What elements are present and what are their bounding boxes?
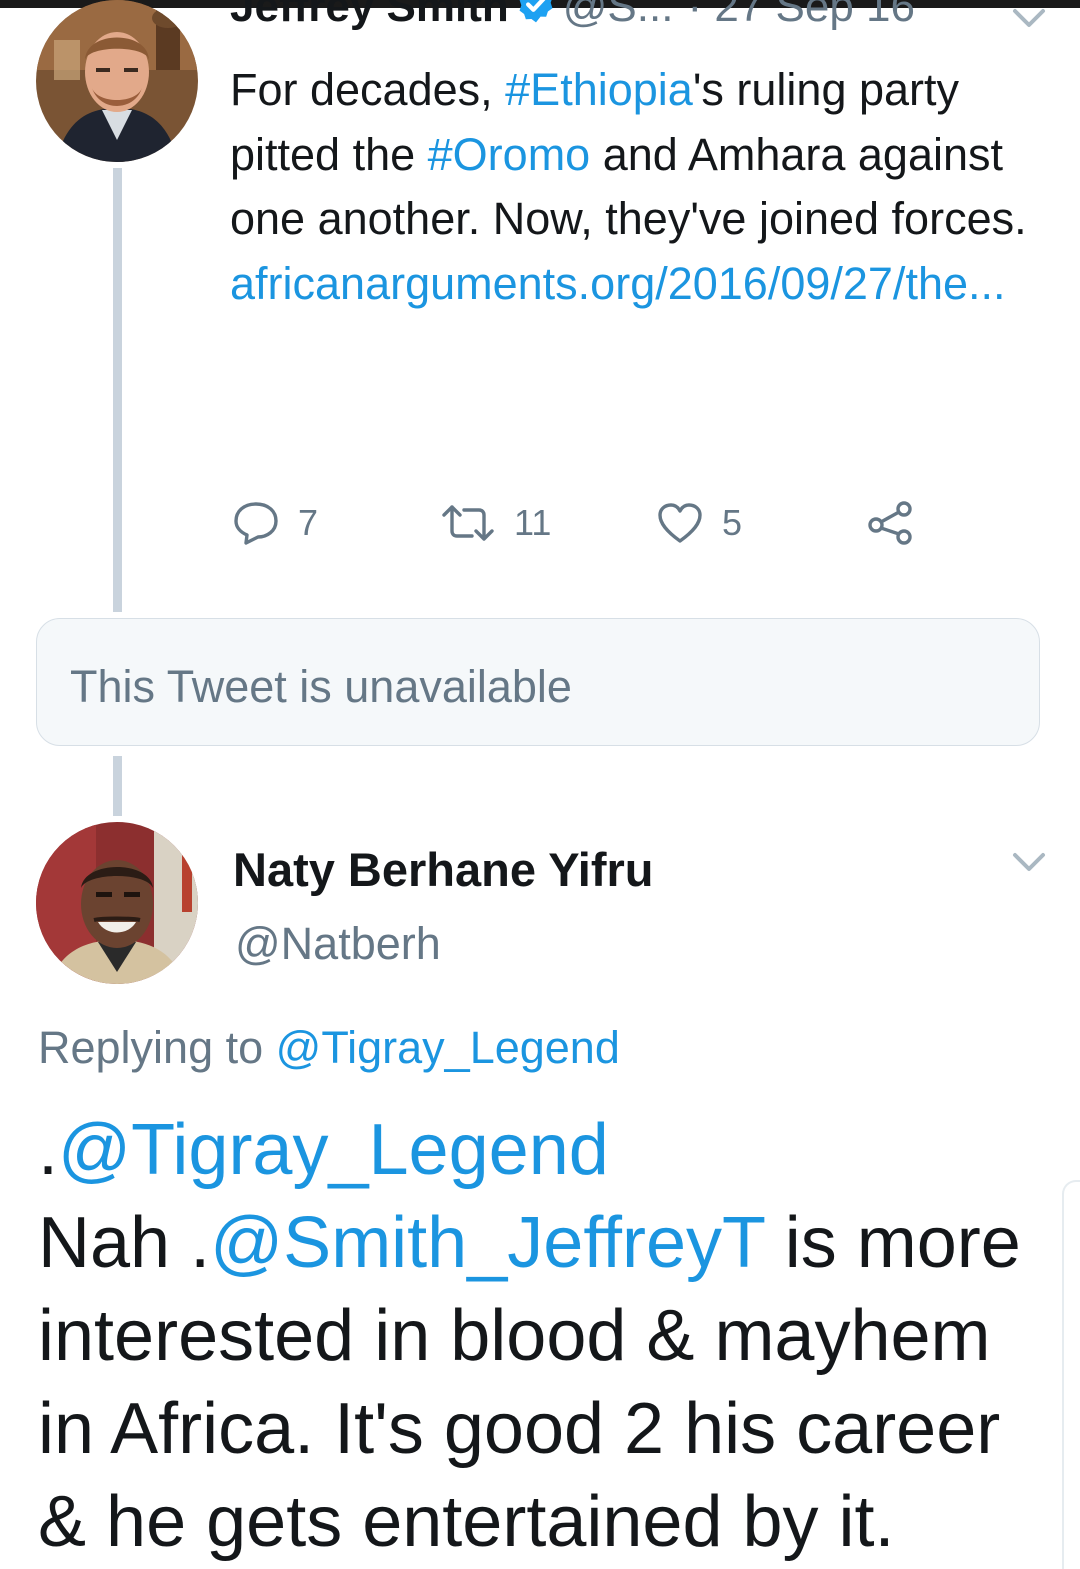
share-button[interactable] [866,498,914,548]
tweet2-more-chevron-icon[interactable] [1012,852,1046,879]
tweet1-author-name[interactable]: Jeffrey Smith [230,0,509,31]
mention-tigray-legend-link[interactable]: @Tigray_Legend [58,1110,609,1190]
retweet-count: 11 [514,502,552,543]
tweet2-text-part: . [38,1110,59,1190]
reply-button[interactable]: 7 [232,498,318,548]
scrollbar-edge[interactable] [1062,1180,1080,1569]
tweet1-header: Jeffrey Smith @S... · 27 Sep 16 [230,0,1050,44]
tweet1-text: For decades, #Ethiopia's ruling party pi… [230,58,1050,316]
tweet1-more-chevron-icon[interactable] [1012,8,1046,35]
mention-smith-jeffreyt-link[interactable]: @Smith_JeffreyT [210,1203,765,1283]
verified-badge-icon [515,0,557,36]
like-button[interactable]: 5 [656,498,742,548]
avatar-jeffrey-smith[interactable] [36,0,198,162]
tweet2-text: .@Tigray_Legend Nah .@Smith_JeffreyT is … [38,1104,1048,1569]
unavailable-tweet-card: This Tweet is unavailable [36,618,1040,746]
reply-icon [232,500,280,546]
retweet-icon [440,501,496,545]
unavailable-tweet-text: This Tweet is unavailable [70,661,572,712]
article-link[interactable]: africanarguments.org/2016/09/27/the... [230,258,1006,309]
thread-line [113,168,122,612]
heart-icon [656,501,704,545]
like-count: 5 [722,502,743,543]
tweet2-author-name[interactable]: Naty Berhane Yifru [233,842,654,897]
reply-count: 7 [298,502,319,543]
replying-to-prefix: Replying to [38,1022,276,1073]
tweet1-text-part: For decades, [230,64,506,115]
replying-to: Replying to @Tigray_Legend [38,1022,620,1074]
tweet2-text-part: Nah . [38,1203,211,1283]
hashtag-ethiopia-link[interactable]: #Ethiopia [505,64,693,115]
share-icon [866,499,914,547]
avatar-naty-berhane-yifru[interactable] [36,822,198,984]
tweet2-author-handle[interactable]: @Natberh [235,918,441,970]
thread-line [113,756,122,816]
hashtag-oromo-link[interactable]: #Oromo [428,129,591,180]
tweet1-date[interactable]: · 27 Sep 16 [687,0,915,31]
tweet1-author-handle[interactable]: @S... [563,0,674,31]
replying-to-mention-link[interactable]: @Tigray_Legend [276,1022,620,1073]
retweet-button[interactable]: 11 [440,498,551,548]
